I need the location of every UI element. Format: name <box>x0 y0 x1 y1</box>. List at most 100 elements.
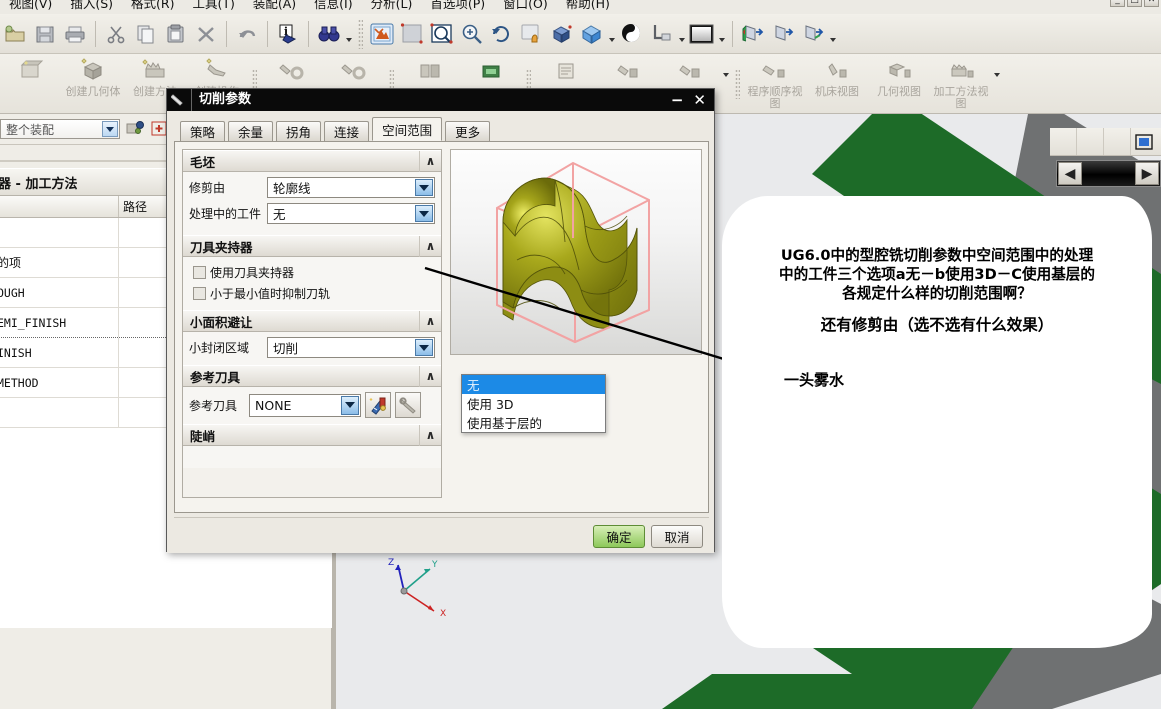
toolbar-grip[interactable] <box>358 18 363 49</box>
background-color-icon[interactable] <box>687 19 717 49</box>
mfg-toolbar-caret[interactable] <box>721 54 731 84</box>
tab-stock[interactable]: 余量 <box>228 121 274 141</box>
tab-connection[interactable]: 连接 <box>324 121 370 141</box>
part-preview[interactable] <box>450 149 702 355</box>
nav-next-button[interactable]: ▶ <box>1135 162 1159 185</box>
binoculars-find-icon[interactable] <box>314 19 344 49</box>
tab-spatial-range[interactable]: 空间范围 <box>372 117 443 141</box>
dropdown-option-use-level-based[interactable]: 使用基于层的 <box>462 413 605 432</box>
generate-toolpath-button[interactable] <box>261 54 323 86</box>
render-style-icon[interactable] <box>617 19 647 49</box>
right-tool-slot-1[interactable] <box>1050 128 1077 155</box>
rotate-icon[interactable] <box>487 19 517 49</box>
menu-item-format[interactable]: 格式(R) <box>122 0 183 13</box>
create-geometry-button[interactable]: 创建几何体 <box>62 54 124 98</box>
tab-strategy[interactable]: 策略 <box>180 121 226 141</box>
wcs-orient-icon[interactable] <box>647 19 677 49</box>
tool-path-transform-button[interactable] <box>659 54 721 86</box>
right-tool-slot-2[interactable] <box>1077 128 1104 155</box>
machine-tool-view-button[interactable]: 机床视图 <box>806 54 868 98</box>
dropdown-option-none[interactable]: 无 <box>462 375 605 394</box>
dialog-title-bar[interactable]: 切削参数 − ✕ <box>167 89 714 111</box>
geometry-view-button[interactable]: 几何视图 <box>868 54 930 98</box>
menu-item-assembly[interactable]: 装配(A) <box>244 0 305 13</box>
machining-method-view-button[interactable]: 加工方法视图 <box>930 54 992 110</box>
nav-prev-button[interactable]: ◀ <box>1058 162 1082 185</box>
menu-item-view[interactable]: 视图(V) <box>0 0 61 13</box>
checkbox-box[interactable] <box>193 287 206 300</box>
list-op-button[interactable] <box>398 54 460 86</box>
fit-view-icon[interactable] <box>367 19 397 49</box>
trimetric-view-icon[interactable] <box>547 19 577 49</box>
app-minimize-button[interactable]: _ <box>1110 0 1125 7</box>
layer-caret[interactable] <box>828 19 838 49</box>
chevron-up-icon[interactable]: ∧ <box>419 150 441 172</box>
toolbar-grip-5[interactable] <box>735 68 740 99</box>
wcs-caret[interactable] <box>677 19 687 49</box>
menu-item-window[interactable]: 窗口(O) <box>494 0 557 13</box>
menu-item-insert[interactable]: 插入(S) <box>61 0 122 13</box>
chevron-up-icon[interactable]: ∧ <box>419 365 441 387</box>
chevron-up-icon[interactable]: ∧ <box>419 235 441 257</box>
ipw-dropdown-list[interactable]: 无 使用 3D 使用基于层的 <box>461 374 606 433</box>
app-close-button[interactable]: ✕ <box>1144 0 1159 7</box>
cancel-button[interactable]: 取消 <box>651 525 703 548</box>
background-caret[interactable] <box>717 19 727 49</box>
post-process-button[interactable] <box>460 54 522 86</box>
group-header-small-area[interactable]: 小面积避让 ∧ <box>183 310 441 332</box>
checkbox-suppress-small-path[interactable]: 小于最小值时抑制刀轨 <box>189 283 435 304</box>
trim-by-combo[interactable]: 轮廓线 <box>267 177 435 198</box>
dialog-close-button[interactable]: ✕ <box>693 93 706 108</box>
zoom-region-active-icon[interactable] <box>427 19 457 49</box>
save-icon[interactable] <box>30 19 60 49</box>
find-dropdown-caret[interactable] <box>344 19 354 49</box>
right-tool-slot-3[interactable] <box>1104 128 1131 155</box>
menu-item-preferences[interactable]: 首选项(P) <box>421 0 494 13</box>
print-icon[interactable] <box>60 19 90 49</box>
menu-item-information[interactable]: 信息(I) <box>305 0 361 13</box>
chevron-down-icon[interactable] <box>415 205 433 222</box>
checkbox-box[interactable] <box>193 266 206 279</box>
chevron-down-icon[interactable] <box>341 395 359 415</box>
chevron-up-icon[interactable]: ∧ <box>419 310 441 332</box>
reference-tool-combo[interactable]: NONE <box>249 393 361 417</box>
group-header-reference-tool[interactable]: 参考刀具 ∧ <box>183 365 441 387</box>
ipw-combo[interactable]: 无 <box>267 203 435 224</box>
fit-window-icon[interactable] <box>1131 129 1157 155</box>
chevron-down-icon[interactable] <box>415 179 433 196</box>
undo-icon[interactable] <box>232 19 262 49</box>
verify-toolpath-button[interactable] <box>323 54 385 86</box>
assembly-tool-icon[interactable] <box>125 119 145 140</box>
checkbox-use-tool-holder[interactable]: 使用刀具夹持器 <box>189 262 435 283</box>
chevron-down-icon[interactable] <box>102 121 118 137</box>
create-program-button[interactable] <box>0 54 62 86</box>
tool-path-edit-button[interactable] <box>597 54 659 86</box>
small-closed-area-combo[interactable]: 切削 <box>267 337 435 358</box>
dialog-minimize-button[interactable]: − <box>671 93 684 108</box>
delete-icon[interactable] <box>191 19 221 49</box>
menu-item-analysis[interactable]: 分析(L) <box>362 0 422 13</box>
new-tool-button[interactable] <box>365 392 391 418</box>
app-maximize-button[interactable]: □ <box>1127 0 1142 7</box>
column-header-name[interactable] <box>0 196 119 217</box>
group-header-steep[interactable]: 陡峭 ∧ <box>183 424 441 446</box>
dropdown-option-use-3d[interactable]: 使用 3D <box>462 394 605 413</box>
cut-icon[interactable] <box>101 19 131 49</box>
shop-doc-button[interactable] <box>535 54 597 86</box>
zoom-region-icon[interactable] <box>397 19 427 49</box>
chevron-down-icon[interactable] <box>415 339 433 356</box>
ok-button[interactable]: 确定 <box>593 525 645 548</box>
group-header-blank[interactable]: 毛坯 ∧ <box>183 150 441 172</box>
move-to-layer-icon[interactable] <box>798 19 828 49</box>
views-toolbar-caret[interactable] <box>992 54 1002 84</box>
open-icon[interactable] <box>0 19 30 49</box>
zoom-in-out-icon[interactable] <box>457 19 487 49</box>
shaded-style-icon[interactable] <box>577 19 607 49</box>
chevron-up-icon[interactable]: ∧ <box>419 424 441 446</box>
layer-visible-icon[interactable] <box>768 19 798 49</box>
info-object-icon[interactable]: i <box>273 19 303 49</box>
tab-corner[interactable]: 拐角 <box>276 121 322 141</box>
shaded-style-caret[interactable] <box>607 19 617 49</box>
group-header-tool-holder[interactable]: 刀具夹持器 ∧ <box>183 235 441 257</box>
program-order-view-button[interactable]: 程序顺序视图 <box>744 54 806 110</box>
